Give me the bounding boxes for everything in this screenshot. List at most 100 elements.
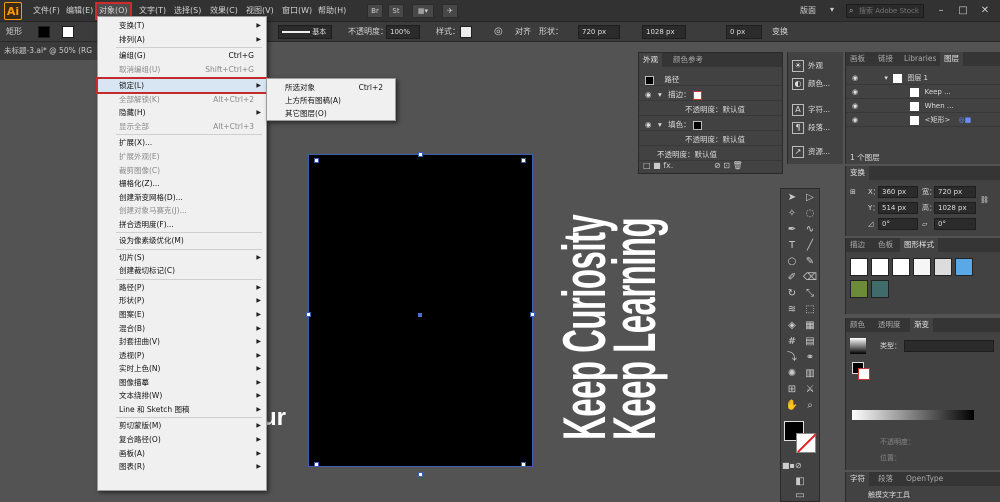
y-field[interactable]: 514 px	[878, 202, 918, 214]
dock-appearance[interactable]: ☀ 外观	[792, 58, 844, 74]
menu-file[interactable]: 文件(F)	[33, 4, 60, 18]
style-swatch[interactable]	[850, 280, 868, 298]
menu-window[interactable]: 窗口(W)	[282, 4, 312, 18]
reference-point-icon[interactable]: ⊞	[850, 186, 856, 198]
appearance-fill-opacity-row[interactable]: 不透明度：默认值	[639, 133, 782, 146]
tab-transform[interactable]: 变换	[846, 166, 869, 180]
artboard-tool-icon[interactable]: ⊞	[784, 383, 800, 397]
stock-search-input[interactable]	[847, 5, 923, 17]
visibility-eye-icon[interactable]: ◉	[852, 88, 858, 96]
tab-paragraph[interactable]: 段落	[874, 472, 897, 486]
layout-icon[interactable]: ▦▾	[412, 4, 434, 18]
drawing-mode-icon[interactable]: ◧	[792, 475, 808, 489]
slice-tool-icon[interactable]: ⚔	[802, 383, 818, 397]
fill-black-swatch[interactable]	[692, 120, 702, 130]
gpu-icon[interactable]: ✈	[442, 4, 458, 18]
appearance-stroke-row[interactable]: ◉ ▾ 描边：	[639, 88, 782, 101]
link-icon[interactable]: ⛓	[980, 194, 989, 206]
resize-handle-bottom-right[interactable]	[521, 462, 526, 467]
menu-help[interactable]: 帮助(H)	[318, 4, 346, 18]
tab-transparency[interactable]: 透明度	[874, 318, 905, 332]
shear-field[interactable]: 0°	[934, 218, 976, 230]
corner-radius-field[interactable]: 0 px	[726, 25, 762, 39]
rotate-tool-icon[interactable]: ↻	[784, 287, 800, 301]
appearance-opacity-row[interactable]: 不透明度：默认值	[639, 148, 782, 161]
gradient-tool-icon[interactable]: ▤	[802, 335, 818, 349]
appearance-footer-icons[interactable]: □ ■ fx. ⊘ ⊡ 🗑	[643, 161, 743, 170]
tab-opentype[interactable]: OpenType	[902, 472, 947, 486]
shape-builder-icon[interactable]: ◈	[784, 319, 800, 333]
tab-links[interactable]: 链接	[874, 52, 897, 66]
minimize-button[interactable]: –	[932, 3, 950, 19]
gradient-type-select[interactable]	[904, 340, 994, 352]
object-menu-item[interactable]: 图案(E) ▶	[98, 308, 266, 321]
object-menu-item[interactable]: 创建裁切标记(C)	[98, 264, 266, 277]
maximize-button[interactable]: □	[954, 3, 972, 19]
align-link[interactable]: 对齐	[515, 26, 531, 38]
w-field[interactable]: 720 px	[934, 186, 976, 198]
layer-row[interactable]: ◉ Keep ...	[846, 86, 1000, 99]
visibility-eye-icon[interactable]: ◉	[852, 74, 858, 82]
tab-artboards[interactable]: 画板	[846, 52, 869, 66]
style-swatch[interactable]	[460, 26, 472, 38]
tab-color-guide[interactable]: 颜色参考	[669, 53, 707, 67]
x-field[interactable]: 360 px	[878, 186, 918, 198]
screen-mode-icon[interactable]: ▭	[792, 489, 808, 502]
object-menu-item[interactable]: 隐藏(H) ▶	[98, 106, 266, 119]
ellipse-tool-icon[interactable]: ○	[784, 255, 800, 269]
object-menu-item[interactable]: 文本绕排(W) ▶	[98, 389, 266, 402]
layer-row-selected[interactable]: ◉ <矩形> ◎■	[846, 114, 1000, 127]
resize-handle-top[interactable]	[418, 152, 423, 157]
h-field[interactable]: 1028 px	[934, 202, 976, 214]
stroke-color-icon[interactable]	[796, 433, 817, 453]
type-tool-icon[interactable]: T	[784, 239, 800, 253]
tab-stroke[interactable]: 描边	[846, 238, 869, 252]
document-tab[interactable]: 未标题-3.ai* @ 50% (RG	[0, 42, 100, 60]
color-mode-icons[interactable]: ■▪⊘	[782, 459, 802, 473]
object-menu-item[interactable]: 复合路径(O) ▶	[98, 433, 266, 446]
style-swatch[interactable]	[955, 258, 973, 276]
object-menu-item[interactable]: 画板(A) ▶	[98, 447, 266, 460]
tab-layers[interactable]: 图层	[940, 52, 963, 66]
pen-tool-icon[interactable]: ✒	[784, 223, 800, 237]
resize-handle-right[interactable]	[530, 312, 535, 317]
object-menu-item[interactable]: 拼合透明度(F)...	[98, 218, 266, 231]
gradient-stroke-icon[interactable]	[858, 368, 870, 380]
lock-submenu-item[interactable]: 其它图层(O)	[267, 107, 395, 120]
object-menu-item[interactable]: 形状(P) ▶	[98, 294, 266, 307]
mesh-tool-icon[interactable]: #	[784, 335, 800, 349]
tab-character[interactable]: 字符	[846, 472, 869, 486]
canvas-text-line-2[interactable]: Keep Learning	[600, 218, 669, 440]
object-menu-item[interactable]: 封套扭曲(V) ▶	[98, 335, 266, 348]
menu-edit[interactable]: 编辑(E)	[66, 4, 93, 18]
rotation-field[interactable]: 0°	[878, 218, 918, 230]
object-menu-item[interactable]: 图表(R) ▶	[98, 460, 266, 473]
chevron-down-icon[interactable]: ▾	[830, 5, 834, 14]
layer-row[interactable]: ◉ When ...	[846, 100, 1000, 113]
object-menu-item[interactable]: 创建渐变网格(D)...	[98, 191, 266, 204]
object-menu-item[interactable]: 变换(T) ▶	[98, 19, 266, 32]
dock-paragraph[interactable]: ¶ 段落...	[792, 120, 844, 136]
shape-width-field[interactable]: 720 px	[578, 25, 620, 39]
gradient-thumbnail[interactable]	[850, 338, 866, 354]
touch-type-tool-button[interactable]: 触摸文字工具	[868, 489, 910, 501]
resize-handle-bottom[interactable]	[418, 472, 423, 477]
lasso-icon[interactable]: ◌	[802, 207, 818, 221]
line-tool-icon[interactable]: ╱	[802, 239, 818, 253]
recolor-icon[interactable]: ◎	[494, 26, 503, 38]
dock-assets[interactable]: ↗ 资源...	[792, 144, 844, 160]
style-swatch[interactable]	[934, 258, 952, 276]
resize-handle-top-left[interactable]	[314, 158, 319, 163]
object-menu-item[interactable]: 路径(P) ▶	[98, 281, 266, 294]
object-menu-item[interactable]: 编组(G) Ctrl+G	[98, 49, 266, 62]
chevron-down-icon[interactable]: ▾	[658, 90, 662, 99]
appearance-fill-row[interactable]: ◉ ▾ 填色：	[639, 118, 782, 131]
lock-submenu-item[interactable]: 所选对象 Ctrl+2	[267, 81, 395, 94]
object-menu-item[interactable]: 设为像素级优化(M)	[98, 234, 266, 247]
width-tool-icon[interactable]: ≋	[784, 303, 800, 317]
object-menu-item[interactable]: 混合(B) ▶	[98, 322, 266, 335]
object-menu-item[interactable]: 切片(S) ▶	[98, 251, 266, 264]
stroke-swatch[interactable]	[62, 26, 74, 38]
scale-tool-icon[interactable]: ⤡	[802, 287, 818, 301]
style-swatch[interactable]	[913, 258, 931, 276]
